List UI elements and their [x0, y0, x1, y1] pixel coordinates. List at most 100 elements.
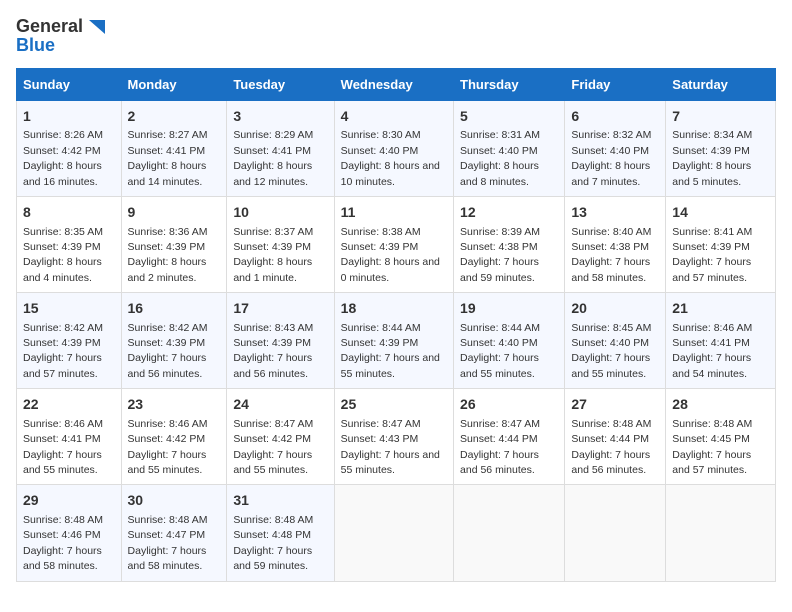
day-number: 23	[128, 395, 221, 415]
day-number: 30	[128, 491, 221, 511]
day-info: Sunrise: 8:27 AMSunset: 4:41 PMDaylight:…	[128, 129, 208, 187]
day-info: Sunrise: 8:47 AMSunset: 4:44 PMDaylight:…	[460, 418, 540, 476]
day-cell	[334, 485, 453, 581]
day-info: Sunrise: 8:37 AMSunset: 4:39 PMDaylight:…	[233, 226, 313, 284]
day-cell	[454, 485, 565, 581]
day-info: Sunrise: 8:46 AMSunset: 4:42 PMDaylight:…	[128, 418, 208, 476]
day-info: Sunrise: 8:26 AMSunset: 4:42 PMDaylight:…	[23, 129, 103, 187]
day-cell: 7 Sunrise: 8:34 AMSunset: 4:39 PMDayligh…	[666, 100, 776, 196]
day-cell: 29 Sunrise: 8:48 AMSunset: 4:46 PMDaylig…	[17, 485, 122, 581]
day-cell: 18 Sunrise: 8:44 AMSunset: 4:39 PMDaylig…	[334, 293, 453, 389]
day-info: Sunrise: 8:35 AMSunset: 4:39 PMDaylight:…	[23, 226, 103, 284]
day-cell: 21 Sunrise: 8:46 AMSunset: 4:41 PMDaylig…	[666, 293, 776, 389]
header-cell-monday: Monday	[121, 68, 227, 100]
day-info: Sunrise: 8:42 AMSunset: 4:39 PMDaylight:…	[23, 322, 103, 380]
day-number: 27	[571, 395, 659, 415]
day-number: 9	[128, 203, 221, 223]
day-number: 22	[23, 395, 115, 415]
day-info: Sunrise: 8:48 AMSunset: 4:44 PMDaylight:…	[571, 418, 651, 476]
day-info: Sunrise: 8:38 AMSunset: 4:39 PMDaylight:…	[341, 226, 440, 284]
day-info: Sunrise: 8:34 AMSunset: 4:39 PMDaylight:…	[672, 129, 752, 187]
day-cell: 4 Sunrise: 8:30 AMSunset: 4:40 PMDayligh…	[334, 100, 453, 196]
day-cell: 15 Sunrise: 8:42 AMSunset: 4:39 PMDaylig…	[17, 293, 122, 389]
week-row-3: 15 Sunrise: 8:42 AMSunset: 4:39 PMDaylig…	[17, 293, 776, 389]
day-number: 11	[341, 203, 447, 223]
day-info: Sunrise: 8:30 AMSunset: 4:40 PMDaylight:…	[341, 129, 440, 187]
header-cell-saturday: Saturday	[666, 68, 776, 100]
header-cell-thursday: Thursday	[454, 68, 565, 100]
day-number: 20	[571, 299, 659, 319]
day-info: Sunrise: 8:29 AMSunset: 4:41 PMDaylight:…	[233, 129, 313, 187]
day-cell: 22 Sunrise: 8:46 AMSunset: 4:41 PMDaylig…	[17, 389, 122, 485]
day-cell: 16 Sunrise: 8:42 AMSunset: 4:39 PMDaylig…	[121, 293, 227, 389]
day-cell: 27 Sunrise: 8:48 AMSunset: 4:44 PMDaylig…	[565, 389, 666, 485]
day-cell: 12 Sunrise: 8:39 AMSunset: 4:38 PMDaylig…	[454, 196, 565, 292]
day-cell: 25 Sunrise: 8:47 AMSunset: 4:43 PMDaylig…	[334, 389, 453, 485]
day-number: 21	[672, 299, 769, 319]
day-info: Sunrise: 8:45 AMSunset: 4:40 PMDaylight:…	[571, 322, 651, 380]
day-cell: 5 Sunrise: 8:31 AMSunset: 4:40 PMDayligh…	[454, 100, 565, 196]
day-info: Sunrise: 8:40 AMSunset: 4:38 PMDaylight:…	[571, 226, 651, 284]
day-number: 31	[233, 491, 327, 511]
day-info: Sunrise: 8:31 AMSunset: 4:40 PMDaylight:…	[460, 129, 540, 187]
day-number: 2	[128, 107, 221, 127]
day-info: Sunrise: 8:46 AMSunset: 4:41 PMDaylight:…	[23, 418, 103, 476]
page-header: General Blue	[16, 16, 776, 56]
header-cell-tuesday: Tuesday	[227, 68, 334, 100]
day-cell: 17 Sunrise: 8:43 AMSunset: 4:39 PMDaylig…	[227, 293, 334, 389]
day-info: Sunrise: 8:44 AMSunset: 4:40 PMDaylight:…	[460, 322, 540, 380]
logo: General Blue	[16, 16, 107, 56]
week-row-4: 22 Sunrise: 8:46 AMSunset: 4:41 PMDaylig…	[17, 389, 776, 485]
day-cell: 28 Sunrise: 8:48 AMSunset: 4:45 PMDaylig…	[666, 389, 776, 485]
day-number: 24	[233, 395, 327, 415]
logo-blue: Blue	[16, 36, 55, 56]
day-info: Sunrise: 8:47 AMSunset: 4:43 PMDaylight:…	[341, 418, 440, 476]
day-cell: 1 Sunrise: 8:26 AMSunset: 4:42 PMDayligh…	[17, 100, 122, 196]
day-info: Sunrise: 8:43 AMSunset: 4:39 PMDaylight:…	[233, 322, 313, 380]
day-number: 18	[341, 299, 447, 319]
day-info: Sunrise: 8:48 AMSunset: 4:46 PMDaylight:…	[23, 514, 103, 572]
week-row-1: 1 Sunrise: 8:26 AMSunset: 4:42 PMDayligh…	[17, 100, 776, 196]
day-cell: 26 Sunrise: 8:47 AMSunset: 4:44 PMDaylig…	[454, 389, 565, 485]
day-cell: 19 Sunrise: 8:44 AMSunset: 4:40 PMDaylig…	[454, 293, 565, 389]
day-number: 29	[23, 491, 115, 511]
day-number: 6	[571, 107, 659, 127]
day-number: 14	[672, 203, 769, 223]
day-cell: 31 Sunrise: 8:48 AMSunset: 4:48 PMDaylig…	[227, 485, 334, 581]
day-number: 17	[233, 299, 327, 319]
day-number: 10	[233, 203, 327, 223]
day-cell: 9 Sunrise: 8:36 AMSunset: 4:39 PMDayligh…	[121, 196, 227, 292]
day-info: Sunrise: 8:36 AMSunset: 4:39 PMDaylight:…	[128, 226, 208, 284]
day-cell: 10 Sunrise: 8:37 AMSunset: 4:39 PMDaylig…	[227, 196, 334, 292]
calendar-table: SundayMondayTuesdayWednesdayThursdayFrid…	[16, 68, 776, 582]
day-number: 15	[23, 299, 115, 319]
day-cell	[565, 485, 666, 581]
day-cell: 11 Sunrise: 8:38 AMSunset: 4:39 PMDaylig…	[334, 196, 453, 292]
day-cell: 30 Sunrise: 8:48 AMSunset: 4:47 PMDaylig…	[121, 485, 227, 581]
day-number: 1	[23, 107, 115, 127]
day-info: Sunrise: 8:48 AMSunset: 4:47 PMDaylight:…	[128, 514, 208, 572]
day-number: 19	[460, 299, 558, 319]
day-info: Sunrise: 8:32 AMSunset: 4:40 PMDaylight:…	[571, 129, 651, 187]
day-cell: 2 Sunrise: 8:27 AMSunset: 4:41 PMDayligh…	[121, 100, 227, 196]
day-cell: 6 Sunrise: 8:32 AMSunset: 4:40 PMDayligh…	[565, 100, 666, 196]
day-info: Sunrise: 8:41 AMSunset: 4:39 PMDaylight:…	[672, 226, 752, 284]
day-number: 4	[341, 107, 447, 127]
day-cell: 14 Sunrise: 8:41 AMSunset: 4:39 PMDaylig…	[666, 196, 776, 292]
logo-general: General	[16, 17, 83, 37]
day-cell: 23 Sunrise: 8:46 AMSunset: 4:42 PMDaylig…	[121, 389, 227, 485]
day-number: 5	[460, 107, 558, 127]
day-cell: 20 Sunrise: 8:45 AMSunset: 4:40 PMDaylig…	[565, 293, 666, 389]
day-number: 25	[341, 395, 447, 415]
header-cell-friday: Friday	[565, 68, 666, 100]
day-info: Sunrise: 8:42 AMSunset: 4:39 PMDaylight:…	[128, 322, 208, 380]
day-number: 7	[672, 107, 769, 127]
day-number: 16	[128, 299, 221, 319]
header-cell-wednesday: Wednesday	[334, 68, 453, 100]
day-info: Sunrise: 8:46 AMSunset: 4:41 PMDaylight:…	[672, 322, 752, 380]
day-number: 3	[233, 107, 327, 127]
week-row-5: 29 Sunrise: 8:48 AMSunset: 4:46 PMDaylig…	[17, 485, 776, 581]
day-number: 28	[672, 395, 769, 415]
day-info: Sunrise: 8:44 AMSunset: 4:39 PMDaylight:…	[341, 322, 440, 380]
day-cell	[666, 485, 776, 581]
